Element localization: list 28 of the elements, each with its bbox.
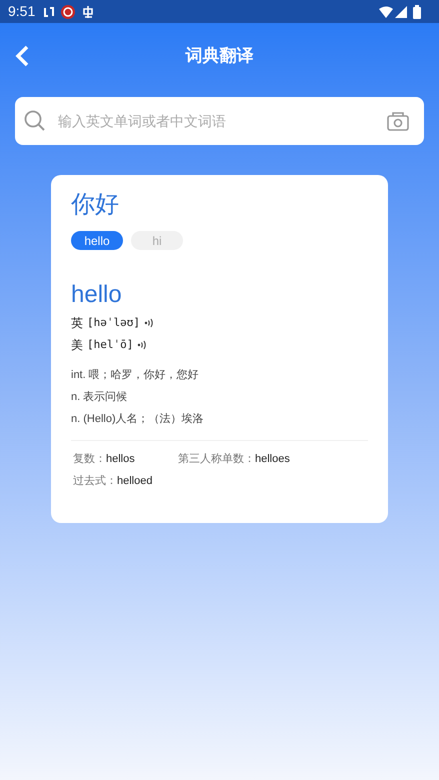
speaker-icon[interactable] [144, 318, 154, 328]
search-field[interactable]: 输入英文单词或者中文词语 [58, 110, 387, 132]
search-icon [24, 110, 46, 132]
definition-text: n. (Hello)人名；（法）埃洛 [71, 412, 205, 426]
definition-text: int. 喂；哈罗，你好，您好 [71, 368, 200, 382]
phonetic-text: [həˈləʊ] [87, 314, 140, 331]
word-tab[interactable]: hello [71, 231, 123, 250]
battery-icon [413, 4, 421, 18]
badge-icon [61, 4, 76, 18]
search-bar[interactable]: 输入英文单词或者中文词语 [15, 97, 424, 145]
phonetic-text: [helˈō] [87, 336, 134, 353]
word-heading: hello [71, 280, 123, 310]
camera-icon[interactable] [387, 111, 409, 131]
region-label: 英 [71, 315, 83, 332]
form-value: helloes [255, 452, 290, 467]
speaker-icon[interactable] [137, 340, 148, 350]
query-text: 你好 [71, 190, 120, 220]
page-title: 词典翻译 [186, 45, 254, 68]
form-label: 复数： [73, 452, 106, 467]
signal-icon [395, 6, 407, 18]
definition-text: n. 表示问候 [71, 390, 128, 404]
form-value: helloed [117, 474, 152, 488]
wifi-icon [379, 6, 393, 18]
region-label: 美 [71, 337, 83, 354]
status-time: 9:51 [8, 2, 36, 21]
form-value: hellos [106, 452, 135, 467]
form-label: 过去式： [73, 474, 117, 488]
form-label: 第三人称单数： [178, 452, 255, 467]
